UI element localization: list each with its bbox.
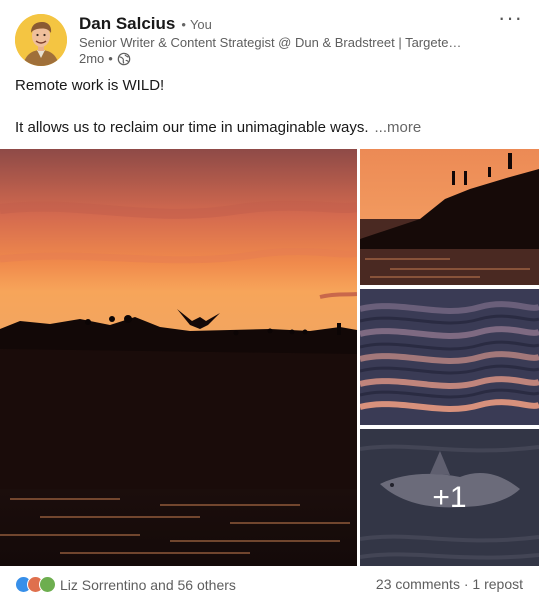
reactions-summary[interactable]: Liz Sorrentino and 56 others xyxy=(15,576,236,593)
post-image-main[interactable] xyxy=(0,149,357,566)
post-text-line1: Remote work is WILD! xyxy=(15,77,165,94)
author-line: Dan Salcius • You xyxy=(79,14,212,34)
post-time: 2mo xyxy=(79,51,105,66)
feed-post: Dan Salcius • You Senior Writer & Conten… xyxy=(0,0,539,600)
post-image-4[interactable]: +1 xyxy=(360,429,539,566)
post-text-body: It allows us to reclaim our time in unim… xyxy=(15,119,369,136)
author-headline: Senior Writer & Content Strategist @ Dun… xyxy=(79,35,462,50)
engagement-counts: 23 comments · 1 repost xyxy=(376,576,523,592)
author-avatar[interactable] xyxy=(15,14,67,66)
author-relation: You xyxy=(189,17,212,32)
reposts-count[interactable]: 1 repost xyxy=(472,576,523,592)
waves-photo xyxy=(360,289,539,425)
post-image-3[interactable] xyxy=(360,289,539,425)
sunset-rocks-photo xyxy=(0,149,357,566)
reactors-text[interactable]: Liz Sorrentino and 56 others xyxy=(60,577,236,593)
avatar-photo xyxy=(15,14,67,66)
post-text-line2: It allows us to reclaim our time in unim… xyxy=(15,119,421,136)
post-image-2[interactable] xyxy=(360,149,539,285)
separator-dot: • xyxy=(181,17,186,32)
comments-count[interactable]: 23 comments xyxy=(376,576,460,592)
support-icon xyxy=(39,576,56,593)
more-options-icon[interactable]: ··· xyxy=(498,7,523,29)
see-more-link[interactable]: ...more xyxy=(374,119,421,136)
author-name[interactable]: Dan Salcius xyxy=(79,14,175,34)
post-meta: 2mo • xyxy=(79,51,131,66)
more-images-count[interactable]: +1 xyxy=(360,429,539,566)
birds-on-rock-photo xyxy=(360,149,539,285)
globe-icon xyxy=(117,52,131,65)
separator-dot: • xyxy=(108,51,113,66)
